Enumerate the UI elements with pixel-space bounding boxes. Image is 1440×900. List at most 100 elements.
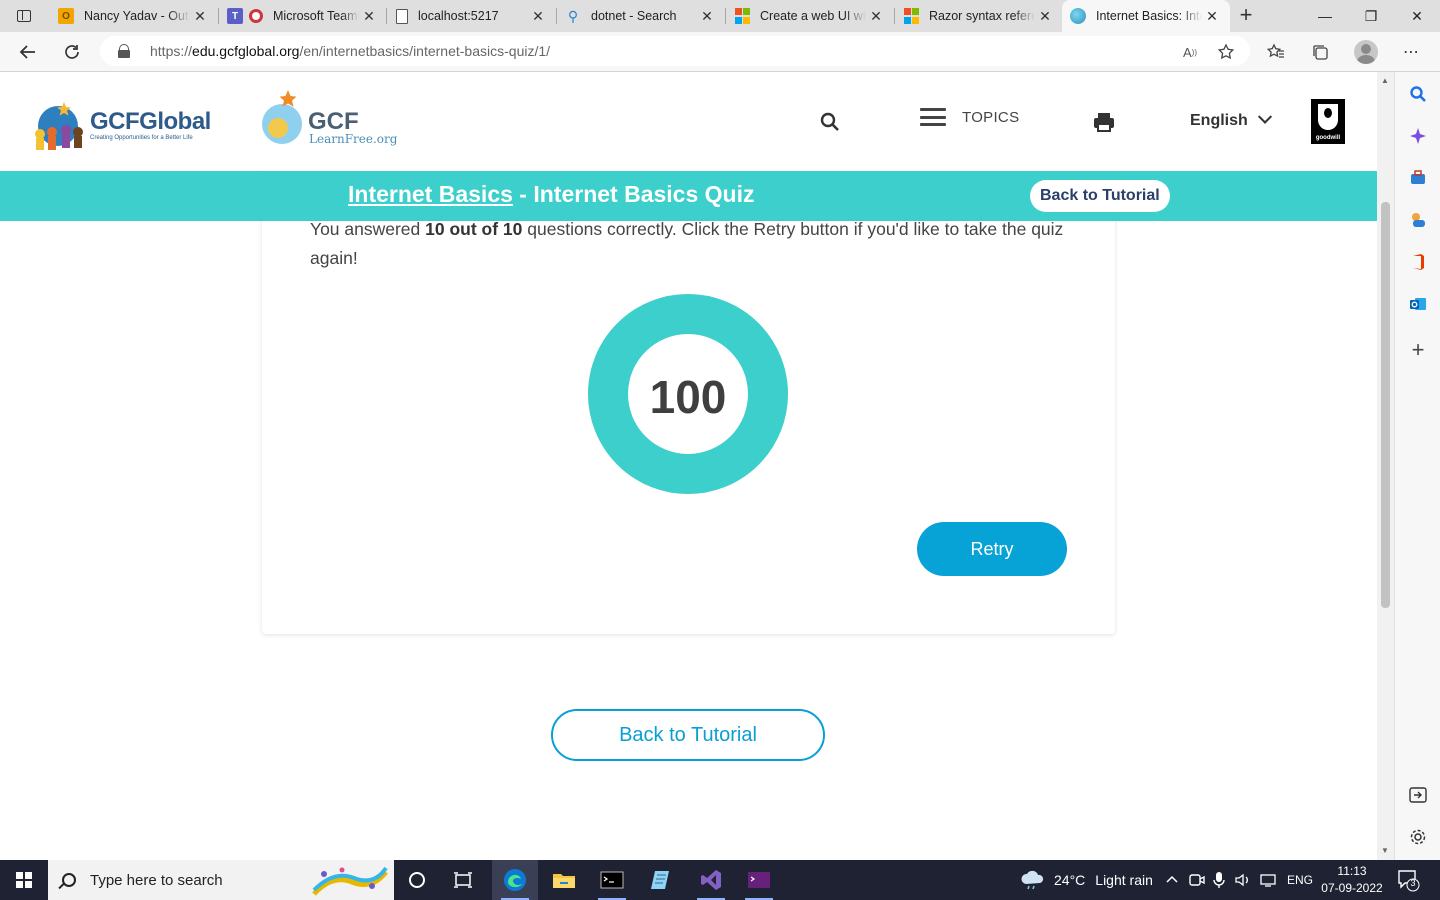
score-value: 100 [649, 371, 727, 423]
tab-razor-syntax[interactable]: Razor syntax reference ✕ [895, 0, 1063, 32]
microsoft-icon [734, 8, 750, 24]
taskbar-terminal[interactable] [589, 860, 635, 900]
cortana-icon [409, 872, 425, 888]
input-language[interactable]: ENG [1287, 860, 1313, 900]
weather-temp: 24°C [1054, 872, 1086, 888]
gcfglobal-tagline: Creating Opportunities for a Better Life [90, 135, 193, 141]
tab-actions-button[interactable] [8, 5, 40, 27]
tab-dotnet-search[interactable]: ⚲ dotnet - Search ✕ [557, 0, 725, 32]
tab-teams[interactable]: T Microsoft Teams ✕ [219, 0, 387, 32]
clock-date: 07-09-2022 [1321, 881, 1383, 895]
address-bar[interactable]: https://edu.gcfglobal.org/en/internetbas… [100, 36, 1250, 66]
tray-overflow-icon[interactable] [1164, 860, 1180, 900]
refresh-button[interactable] [56, 36, 88, 68]
add-favorite-icon[interactable] [1210, 36, 1242, 68]
retry-button[interactable]: Retry [917, 522, 1067, 576]
terminal-icon [600, 871, 624, 889]
close-tab-icon[interactable]: ✕ [528, 8, 548, 25]
goodwill-text: goodwill [1315, 135, 1341, 141]
sidebar-collapse-icon[interactable] [1407, 784, 1429, 806]
scroll-up-icon[interactable]: ▲ [1381, 76, 1389, 85]
sidebar-search-icon[interactable] [1407, 83, 1429, 105]
close-window-button[interactable]: ✕ [1394, 0, 1440, 32]
taskbar-dev-console[interactable] [736, 860, 782, 900]
taskbar-clock[interactable]: 11:13 07-09-2022 [1316, 863, 1388, 897]
score-donut: 100 [588, 294, 788, 494]
dev-console-icon [748, 872, 770, 888]
gcf-icon [1070, 8, 1086, 24]
outlook-icon: O [58, 8, 74, 24]
site-search-button[interactable] [818, 110, 842, 134]
sidebar-tools-icon[interactable] [1407, 167, 1429, 189]
microsoft-icon [903, 8, 919, 24]
close-tab-icon[interactable]: ✕ [697, 8, 717, 25]
language-label: English [1190, 112, 1248, 129]
cloud-rain-icon [1021, 870, 1044, 890]
cortana-button[interactable] [394, 860, 440, 900]
taskbar-search-placeholder: Type here to search [90, 871, 223, 889]
tab-strip: O Nancy Yadav - Outlook ✕ T Microsoft Te… [0, 0, 1440, 32]
browser-toolbar: https://edu.gcfglobal.org/en/internetbas… [0, 32, 1440, 72]
page-scrollbar[interactable]: ▲ ▼ [1377, 72, 1394, 860]
collections-icon[interactable] [1304, 36, 1336, 68]
favorites-icon[interactable] [1260, 36, 1292, 68]
close-tab-icon[interactable]: ✕ [866, 8, 886, 25]
tab-create-web-ui[interactable]: Create a web UI with ✕ [726, 0, 894, 32]
close-tab-icon[interactable]: ✕ [1202, 8, 1222, 25]
gcfglobal-logo[interactable]: GCFGlobal Creating Opportunities for a B… [30, 100, 220, 150]
sidebar-discover-icon[interactable] [1407, 125, 1429, 147]
windows-taskbar: Type here to search 24°C Light rain ENG … [0, 860, 1440, 900]
course-link[interactable]: Internet Basics [348, 181, 513, 207]
meet-now-icon[interactable] [1188, 860, 1206, 900]
sidebar-games-icon[interactable] [1407, 209, 1429, 231]
tab-internet-basics[interactable]: Internet Basics: Internet ✕ [1062, 0, 1230, 32]
notification-center-button[interactable]: 3 [1396, 868, 1420, 892]
taskbar-edge[interactable] [492, 860, 538, 900]
edge-icon [504, 869, 526, 891]
goodwill-logo[interactable]: goodwill [1311, 99, 1345, 144]
result-message: You answered 10 out of 10 questions corr… [310, 219, 1064, 268]
url-text: https://edu.gcfglobal.org/en/internetbas… [150, 43, 551, 59]
restore-button[interactable]: ❐ [1348, 0, 1394, 32]
sidebar-office-icon[interactable] [1407, 251, 1429, 273]
tab-outlook[interactable]: O Nancy Yadav - Outlook ✕ [50, 0, 218, 32]
sidebar-outlook-icon[interactable] [1407, 293, 1429, 315]
taskbar-visual-studio[interactable] [688, 860, 734, 900]
volume-icon[interactable] [1234, 860, 1252, 900]
weather-widget[interactable]: 24°C Light rain [1020, 860, 1153, 900]
minimize-button[interactable]: — [1302, 0, 1348, 32]
quiz-result-card: You answered 10 out of 10 questions corr… [262, 172, 1115, 634]
taskbar-notepad[interactable] [638, 860, 684, 900]
scroll-down-icon[interactable]: ▼ [1381, 846, 1389, 855]
site-header: GCFGlobal Creating Opportunities for a B… [0, 72, 1377, 171]
print-button[interactable] [1092, 110, 1116, 134]
close-tab-icon[interactable]: ✕ [359, 8, 379, 25]
new-tab-button[interactable]: + [1234, 4, 1258, 28]
sidebar-add-icon[interactable]: + [1407, 337, 1429, 362]
close-tab-icon[interactable]: ✕ [1035, 8, 1055, 25]
network-icon[interactable] [1260, 860, 1278, 900]
learnfree-logo[interactable]: GCF LearnFree.org [258, 88, 408, 152]
search-icon [820, 112, 839, 131]
taskbar-file-explorer[interactable] [541, 860, 587, 900]
printer-icon [1094, 113, 1114, 132]
back-to-tutorial-button[interactable]: Back to Tutorial [551, 709, 825, 761]
profile-avatar[interactable] [1354, 40, 1378, 64]
more-options-icon[interactable]: ⋯ [1395, 36, 1427, 68]
back-to-tutorial-header-button[interactable]: Back to Tutorial [1030, 180, 1170, 212]
sidebar-settings-icon[interactable] [1407, 826, 1429, 848]
taskbar-search-box[interactable]: Type here to search [48, 860, 394, 900]
microphone-icon[interactable] [1212, 860, 1226, 900]
scroll-thumb[interactable] [1381, 202, 1390, 608]
start-button[interactable] [0, 860, 48, 900]
close-tab-icon[interactable]: ✕ [190, 8, 210, 25]
windows-logo-icon [16, 872, 32, 888]
notepad-icon [651, 871, 669, 889]
topics-menu-button[interactable]: TOPICS [920, 108, 1019, 126]
language-selector[interactable]: English [1190, 109, 1272, 130]
tab-actions-icon [17, 10, 31, 22]
read-aloud-icon[interactable]: A)) [1174, 36, 1206, 68]
back-button[interactable] [12, 36, 44, 68]
task-view-button[interactable] [440, 860, 486, 900]
tab-localhost[interactable]: localhost:5217 ✕ [388, 0, 556, 32]
